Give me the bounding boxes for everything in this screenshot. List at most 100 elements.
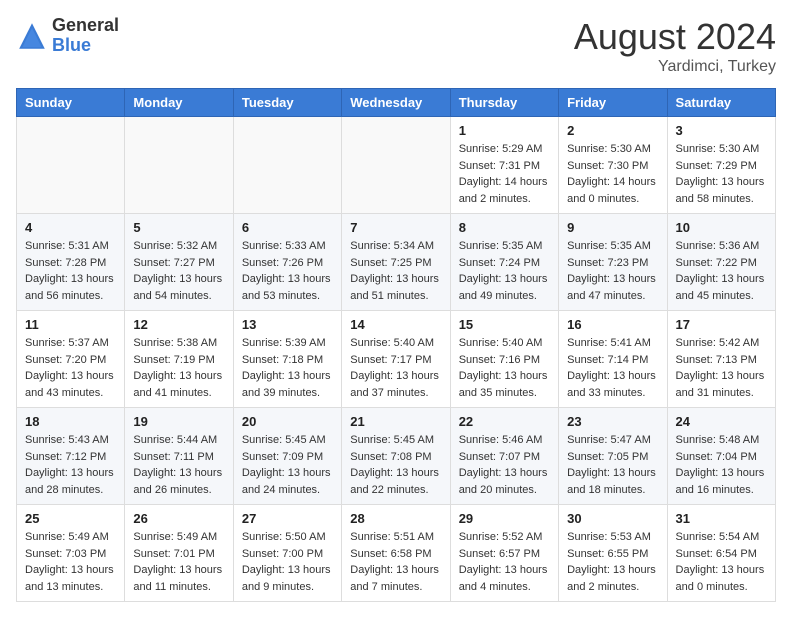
col-header-tuesday: Tuesday xyxy=(233,89,341,117)
calendar-cell: 25Sunrise: 5:49 AMSunset: 7:03 PMDayligh… xyxy=(17,505,125,602)
day-number: 17 xyxy=(676,317,767,332)
day-number: 22 xyxy=(459,414,550,429)
day-info: Sunrise: 5:52 AMSunset: 6:57 PMDaylight:… xyxy=(459,529,550,595)
calendar-cell: 11Sunrise: 5:37 AMSunset: 7:20 PMDayligh… xyxy=(17,311,125,408)
day-info: Sunrise: 5:35 AMSunset: 7:23 PMDaylight:… xyxy=(567,238,658,304)
calendar-cell: 24 Sunrise: 5:48 AMSunset: 7:04 PMDayligh… xyxy=(667,408,775,505)
calendar-cell: 14 Sunrise: 5:40 AMSunset: 7:17 PMDayligh… xyxy=(342,311,450,408)
calendar-cell: 18 Sunrise: 5:43 AMSunset: 7:12 PMDayligh… xyxy=(17,408,125,505)
day-number: 20 xyxy=(242,414,333,429)
subtitle: Yardimci, Turkey xyxy=(574,58,776,76)
calendar-header-row: SundayMondayTuesdayWednesdayThursdayFrid… xyxy=(17,89,776,117)
day-number: 16 xyxy=(567,317,658,332)
week-row-2: 4 Sunrise: 5:31 AMSunset: 7:28 PMDaylight… xyxy=(17,214,776,311)
day-info: Sunrise: 5:50 AMSunset: 7:00 PMDaylight:… xyxy=(242,529,333,595)
day-info: Sunrise: 5:51 AMSunset: 6:58 PMDaylight:… xyxy=(350,529,441,595)
calendar-cell: 13 Sunrise: 5:39 AMSunset: 7:18 PMDayligh… xyxy=(233,311,341,408)
day-number: 7 xyxy=(350,220,441,235)
day-number: 26 xyxy=(133,511,224,526)
calendar-cell xyxy=(125,117,233,214)
day-info: Sunrise: 5:49 AMSunset: 7:03 PMDaylight:… xyxy=(25,529,116,595)
day-info: Sunrise: 5:45 AMSunset: 7:08 PMDaylight:… xyxy=(350,432,441,498)
calendar-cell xyxy=(342,117,450,214)
day-info: Sunrise: 5:41 AMSunset: 7:14 PMDaylight:… xyxy=(567,335,658,401)
calendar-cell: 10 Sunrise: 5:36 AMSunset: 7:22 PMDayligh… xyxy=(667,214,775,311)
day-info: Sunrise: 5:47 AMSunset: 7:05 PMDaylight:… xyxy=(567,432,658,498)
main-title: August 2024 xyxy=(574,16,776,58)
day-info: Sunrise: 5:32 AMSunset: 7:27 PMDaylight:… xyxy=(133,238,224,304)
day-info: Sunrise: 5:46 AMSunset: 7:07 PMDaylight:… xyxy=(459,432,550,498)
day-info: Sunrise: 5:31 AMSunset: 7:28 PMDaylight:… xyxy=(25,238,116,304)
day-number: 6 xyxy=(242,220,333,235)
calendar-cell: 3Sunrise: 5:30 AMSunset: 7:29 PMDaylight… xyxy=(667,117,775,214)
week-row-4: 18 Sunrise: 5:43 AMSunset: 7:12 PMDayligh… xyxy=(17,408,776,505)
day-number: 4 xyxy=(25,220,116,235)
calendar-cell: 21 Sunrise: 5:45 AMSunset: 7:08 PMDayligh… xyxy=(342,408,450,505)
day-info: Sunrise: 5:43 AMSunset: 7:12 PMDaylight:… xyxy=(25,432,116,498)
day-info: Sunrise: 5:34 AMSunset: 7:25 PMDaylight:… xyxy=(350,238,441,304)
day-info: Sunrise: 5:48 AMSunset: 7:04 PMDaylight:… xyxy=(676,432,767,498)
day-info: Sunrise: 5:49 AMSunset: 7:01 PMDaylight:… xyxy=(133,529,224,595)
day-info: Sunrise: 5:38 AMSunset: 7:19 PMDaylight:… xyxy=(133,335,224,401)
day-info: Sunrise: 5:44 AMSunset: 7:11 PMDaylight:… xyxy=(133,432,224,498)
calendar-cell: 8 Sunrise: 5:35 AMSunset: 7:24 PMDaylight… xyxy=(450,214,558,311)
day-info: Sunrise: 5:54 AMSunset: 6:54 PMDaylight:… xyxy=(676,529,767,595)
day-info: Sunrise: 5:30 AMSunset: 7:30 PMDaylight:… xyxy=(567,141,658,207)
day-number: 2 xyxy=(567,123,658,138)
day-info: Sunrise: 5:30 AMSunset: 7:29 PMDaylight:… xyxy=(676,141,767,207)
day-number: 18 xyxy=(25,414,116,429)
day-number: 27 xyxy=(242,511,333,526)
col-header-wednesday: Wednesday xyxy=(342,89,450,117)
calendar-cell: 22 Sunrise: 5:46 AMSunset: 7:07 PMDayligh… xyxy=(450,408,558,505)
day-number: 10 xyxy=(676,220,767,235)
calendar-cell: 5 Sunrise: 5:32 AMSunset: 7:27 PMDaylight… xyxy=(125,214,233,311)
week-row-1: 1 Sunrise: 5:29 AMSunset: 7:31 PMDaylight… xyxy=(17,117,776,214)
page-header: General Blue August 2024 Yardimci, Turke… xyxy=(16,16,776,76)
calendar-cell: 31 Sunrise: 5:54 AMSunset: 6:54 PMDayligh… xyxy=(667,505,775,602)
day-number: 19 xyxy=(133,414,224,429)
day-number: 1 xyxy=(459,123,550,138)
day-info: Sunrise: 5:29 AMSunset: 7:31 PMDaylight:… xyxy=(459,141,550,207)
week-row-5: 25Sunrise: 5:49 AMSunset: 7:03 PMDayligh… xyxy=(17,505,776,602)
calendar-table: SundayMondayTuesdayWednesdayThursdayFrid… xyxy=(16,88,776,602)
col-header-monday: Monday xyxy=(125,89,233,117)
calendar-cell: 27 Sunrise: 5:50 AMSunset: 7:00 PMDayligh… xyxy=(233,505,341,602)
day-number: 14 xyxy=(350,317,441,332)
day-number: 23 xyxy=(567,414,658,429)
day-number: 15 xyxy=(459,317,550,332)
day-number: 13 xyxy=(242,317,333,332)
day-number: 24 xyxy=(676,414,767,429)
calendar-cell: 19 Sunrise: 5:44 AMSunset: 7:11 PMDayligh… xyxy=(125,408,233,505)
calendar-cell: 6 Sunrise: 5:33 AMSunset: 7:26 PMDaylight… xyxy=(233,214,341,311)
week-row-3: 11Sunrise: 5:37 AMSunset: 7:20 PMDayligh… xyxy=(17,311,776,408)
logo-general-text: General xyxy=(52,16,119,36)
calendar-cell: 7 Sunrise: 5:34 AMSunset: 7:25 PMDaylight… xyxy=(342,214,450,311)
calendar-cell: 16 Sunrise: 5:41 AMSunset: 7:14 PMDayligh… xyxy=(559,311,667,408)
day-info: Sunrise: 5:36 AMSunset: 7:22 PMDaylight:… xyxy=(676,238,767,304)
calendar-cell xyxy=(233,117,341,214)
title-block: August 2024 Yardimci, Turkey xyxy=(574,16,776,76)
day-number: 8 xyxy=(459,220,550,235)
day-info: Sunrise: 5:39 AMSunset: 7:18 PMDaylight:… xyxy=(242,335,333,401)
calendar-cell: 15Sunrise: 5:40 AMSunset: 7:16 PMDayligh… xyxy=(450,311,558,408)
calendar-cell: 12 Sunrise: 5:38 AMSunset: 7:19 PMDayligh… xyxy=(125,311,233,408)
calendar-cell: 30Sunrise: 5:53 AMSunset: 6:55 PMDayligh… xyxy=(559,505,667,602)
day-info: Sunrise: 5:35 AMSunset: 7:24 PMDaylight:… xyxy=(459,238,550,304)
col-header-saturday: Saturday xyxy=(667,89,775,117)
logo-icon xyxy=(16,20,48,52)
day-info: Sunrise: 5:40 AMSunset: 7:17 PMDaylight:… xyxy=(350,335,441,401)
col-header-thursday: Thursday xyxy=(450,89,558,117)
day-number: 5 xyxy=(133,220,224,235)
day-info: Sunrise: 5:33 AMSunset: 7:26 PMDaylight:… xyxy=(242,238,333,304)
day-number: 31 xyxy=(676,511,767,526)
calendar-cell: 29Sunrise: 5:52 AMSunset: 6:57 PMDayligh… xyxy=(450,505,558,602)
calendar-cell xyxy=(17,117,125,214)
day-number: 21 xyxy=(350,414,441,429)
day-number: 12 xyxy=(133,317,224,332)
logo: General Blue xyxy=(16,16,119,56)
day-number: 28 xyxy=(350,511,441,526)
col-header-sunday: Sunday xyxy=(17,89,125,117)
day-number: 9 xyxy=(567,220,658,235)
logo-blue-text: Blue xyxy=(52,36,119,56)
day-info: Sunrise: 5:37 AMSunset: 7:20 PMDaylight:… xyxy=(25,335,116,401)
